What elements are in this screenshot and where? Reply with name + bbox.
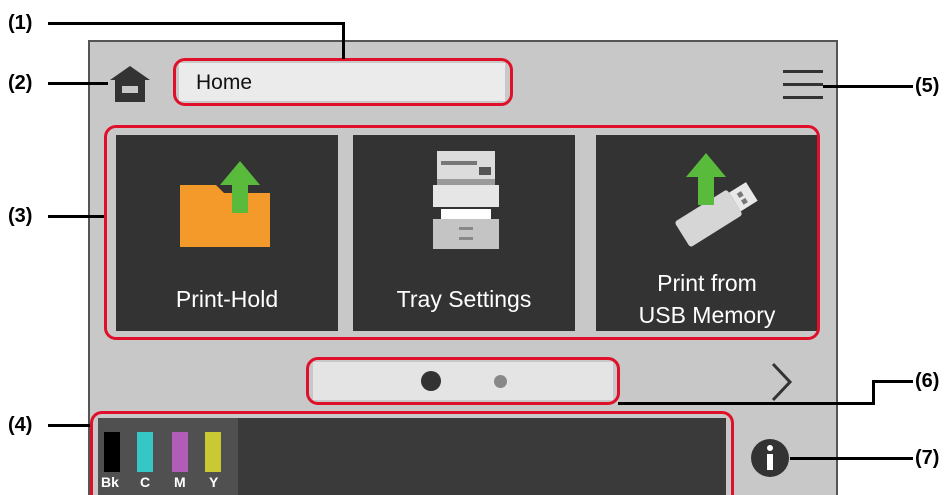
callout-line-6v	[872, 380, 875, 404]
callout-label-6: (6)	[915, 370, 940, 392]
callout-label-7: (7)	[915, 447, 940, 469]
callout-highlight-tiles	[104, 125, 820, 340]
callout-line-4	[48, 424, 90, 427]
callout-line-3	[48, 215, 104, 218]
callout-label-1: (1)	[8, 12, 33, 34]
callout-line-6b	[618, 402, 875, 405]
callout-label-3: (3)	[8, 205, 33, 227]
callout-label-4: (4)	[8, 414, 33, 436]
callout-line-2	[48, 82, 108, 85]
callout-highlight-title	[173, 58, 513, 106]
info-icon[interactable]	[750, 438, 790, 478]
callout-label-2: (2)	[8, 72, 33, 94]
hamburger-menu-icon[interactable]	[783, 68, 823, 102]
callout-line-5	[823, 85, 913, 88]
callout-line-1h	[48, 22, 344, 25]
callout-highlight-pager	[306, 357, 620, 405]
callout-line-1v	[342, 22, 345, 59]
callout-line-6h	[872, 380, 913, 383]
callout-label-5: (5)	[915, 75, 940, 97]
callout-line-7	[790, 457, 913, 460]
chevron-right-icon[interactable]	[770, 362, 794, 402]
callout-highlight-toner	[90, 411, 734, 495]
home-icon[interactable]	[108, 64, 152, 104]
